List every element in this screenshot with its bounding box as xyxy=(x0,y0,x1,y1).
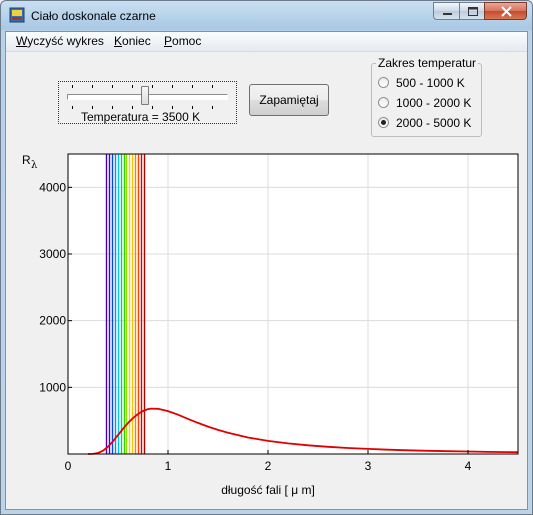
x-tick-label: 3 xyxy=(365,459,372,473)
y-tick-label: 3000 xyxy=(39,247,66,261)
temperature-slider-panel: Temperatura = 3500 K xyxy=(58,81,237,124)
temperature-slider-thumb[interactable] xyxy=(141,86,149,105)
close-icon xyxy=(501,6,512,17)
minimize-icon xyxy=(443,13,452,15)
menu-bar: Wyczyść wykres Koniec Pomoc xyxy=(6,32,527,52)
maximize-icon xyxy=(468,7,478,16)
y-tick-label: 2000 xyxy=(39,314,66,328)
y-axis-label-subscript: λ xyxy=(31,160,38,171)
temperature-label: Temperatura = 3500 K xyxy=(81,110,201,124)
range-option-label: 2000 - 5000 K xyxy=(396,116,472,130)
range-option-label: 500 - 1000 K xyxy=(396,76,465,90)
radio-button-selected[interactable] xyxy=(378,117,389,128)
x-tick-label: 2 xyxy=(265,459,272,473)
range-option-label: 1000 - 2000 K xyxy=(396,96,472,110)
x-tick-label: 0 xyxy=(65,459,72,473)
slider-tick xyxy=(132,85,133,88)
maximize-button[interactable] xyxy=(459,2,485,20)
slider-tick xyxy=(92,85,93,88)
client-area: Wyczyść wykres Koniec Pomoc Temperatura … xyxy=(5,31,528,510)
slider-tick xyxy=(72,85,73,88)
menu-exit[interactable]: Koniec xyxy=(114,34,151,48)
slider-tick xyxy=(152,106,153,109)
y-tick-label: 4000 xyxy=(39,180,66,194)
slider-tick xyxy=(92,106,93,109)
slider-tick xyxy=(192,85,193,88)
x-tick-label: 1 xyxy=(165,459,172,473)
menu-clear-chart[interactable]: Wyczyść wykres xyxy=(16,34,104,48)
app-window: Ciało doskonale czarne Wyczyść wykres Ko… xyxy=(0,0,533,515)
slider-tick xyxy=(212,85,213,88)
slider-tick xyxy=(172,85,173,88)
temperature-range-title: Zakres temperatur xyxy=(376,56,479,70)
title-bar[interactable]: Ciało doskonale czarne xyxy=(1,1,532,31)
slider-tick xyxy=(212,106,213,109)
slider-tick xyxy=(192,106,193,109)
slider-tick xyxy=(152,85,153,88)
y-tick-label: 1000 xyxy=(39,380,66,394)
slider-tick xyxy=(72,106,73,109)
x-tick-label: 4 xyxy=(465,459,472,473)
temperature-range-group: Zakres temperatur 500 - 1000 K 1000 - 20… xyxy=(371,56,482,137)
menu-help[interactable]: Pomoc xyxy=(164,34,201,48)
close-button[interactable] xyxy=(484,2,527,20)
menu-clear-chart-label: yczyść wykres xyxy=(27,34,104,48)
menu-help-label: omoc xyxy=(172,34,202,48)
slider-tick xyxy=(172,106,173,109)
menu-exit-label: oniec xyxy=(122,34,151,48)
window-title: Ciało doskonale czarne xyxy=(31,9,156,23)
slider-tick xyxy=(112,85,113,88)
app-icon xyxy=(9,7,25,23)
save-button[interactable]: Zapamiętaj xyxy=(249,84,329,116)
slider-tick xyxy=(132,106,133,109)
slider-tick xyxy=(112,106,113,109)
spectrum-chart: R λ długość fali [ μ m] 0 1 2 3 4 1000 2000 300… xyxy=(22,153,519,497)
x-axis-label: długość fali [ μ m] xyxy=(221,483,315,497)
menu-exit-mnemonic: K xyxy=(114,34,123,48)
minimize-button[interactable] xyxy=(433,2,460,20)
y-axis-label: R xyxy=(22,153,31,167)
menu-help-mnemonic: P xyxy=(164,34,173,48)
radio-button[interactable] xyxy=(378,97,389,108)
radio-button[interactable] xyxy=(378,77,389,88)
menu-clear-chart-mnemonic: W xyxy=(16,34,28,48)
